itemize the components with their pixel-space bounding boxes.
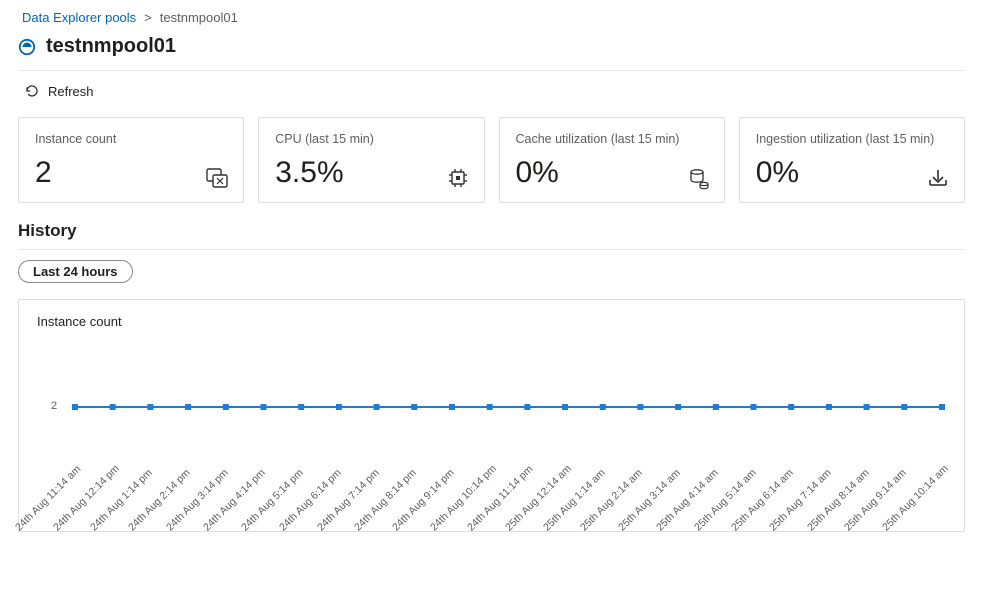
x-axis-tick: 24th Aug 11:14 pm <box>465 463 535 533</box>
kpi-card-cpu: CPU (last 15 min) 3.5% <box>258 117 484 203</box>
refresh-icon <box>24 83 40 99</box>
kpi-cards: Instance count 2 CPU (last 15 min) 3.5% <box>18 117 965 203</box>
resource-pool-icon <box>18 38 36 56</box>
breadcrumb-current: testnmpool01 <box>160 10 238 25</box>
page-header: testnmpool01 <box>18 35 965 71</box>
x-axis-tick: 24th Aug 12:14 pm <box>51 463 122 534</box>
kpi-label: CPU (last 15 min) <box>275 132 467 146</box>
kpi-value: 3.5% <box>275 156 467 190</box>
y-axis-tick: 2 <box>51 400 57 412</box>
kpi-label: Instance count <box>35 132 227 146</box>
cpu-chip-icon <box>446 166 470 190</box>
kpi-label: Ingestion utilization (last 15 min) <box>756 132 948 146</box>
kpi-value: 0% <box>756 156 948 190</box>
servers-icon <box>205 166 229 190</box>
kpi-card-instance-count: Instance count 2 <box>18 117 244 203</box>
x-axis-tick: 24th Aug 10:14 pm <box>428 463 499 534</box>
kpi-value: 0% <box>516 156 708 190</box>
kpi-card-ingestion: Ingestion utilization (last 15 min) 0% <box>739 117 965 203</box>
x-axis-tick: 25th Aug 10:14 am <box>880 463 951 534</box>
kpi-label: Cache utilization (last 15 min) <box>516 132 708 146</box>
breadcrumb: Data Explorer pools > testnmpool01 <box>18 6 965 35</box>
chart-area: 2 24th Aug 11:14 am24th Aug 12:14 pm24th… <box>37 337 946 527</box>
page-title: testnmpool01 <box>46 35 176 58</box>
database-icon <box>686 166 710 190</box>
chart-title: Instance count <box>37 314 946 329</box>
instance-count-chart: Instance count 2 24th Aug 11:14 am24th A… <box>18 299 965 532</box>
history-heading: History <box>18 221 965 241</box>
kpi-card-cache: Cache utilization (last 15 min) 0% <box>499 117 725 203</box>
breadcrumb-parent-link[interactable]: Data Explorer pools <box>22 10 136 25</box>
refresh-button[interactable]: Refresh <box>18 79 100 103</box>
refresh-button-label: Refresh <box>48 84 94 99</box>
x-axis-tick: 25th Aug 12:14 am <box>503 463 574 534</box>
timerange-selector[interactable]: Last 24 hours <box>18 260 133 283</box>
x-axis-tick: 24th Aug 11:14 am <box>13 463 83 533</box>
chevron-right-icon: > <box>144 10 152 25</box>
command-bar: Refresh <box>18 71 965 117</box>
kpi-value: 2 <box>35 156 227 190</box>
download-icon <box>926 166 950 190</box>
